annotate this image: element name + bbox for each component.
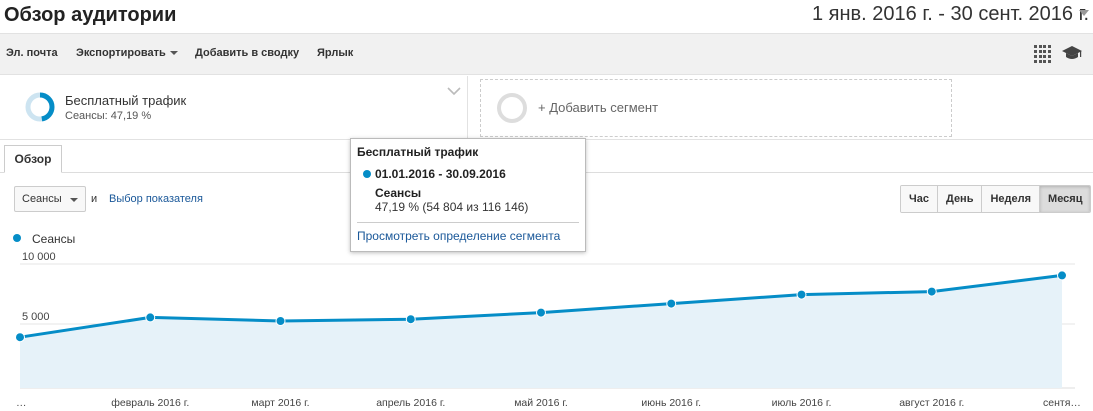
select-metric-link[interactable]: Выбор показателя xyxy=(109,193,203,205)
series-dot-icon xyxy=(363,170,371,178)
date-range-label: 1 янв. 2016 г. - 30 сент. 2016 г. xyxy=(812,2,1090,25)
period-toggle: Час День Неделя Месяц xyxy=(900,185,1092,213)
legend-swatch xyxy=(13,234,21,242)
tooltip-metric: Сеансы xyxy=(375,186,422,200)
page-title: Обзор аудитории xyxy=(4,4,177,26)
segment-card[interactable]: Бесплатный трафик Сеансы: 47,19 % xyxy=(0,76,468,140)
data-point xyxy=(405,314,416,325)
period-hour-button[interactable]: Час xyxy=(901,186,938,212)
data-point xyxy=(1057,270,1067,281)
email-button[interactable]: Эл. почта xyxy=(6,47,58,59)
legend-label: Сеансы xyxy=(32,232,76,246)
x-tick-label: февраль 2016 г. xyxy=(111,397,189,409)
segment-ring-icon xyxy=(25,92,55,122)
x-tick-label: июль 2016 г. xyxy=(772,397,832,409)
segment-bar: Бесплатный трафик Сеансы: 47,19 % + Доба… xyxy=(0,76,1093,140)
data-point xyxy=(666,298,677,309)
empty-segment-ring-icon xyxy=(497,93,527,123)
view-segment-definition-link[interactable]: Просмотреть определение сегмента xyxy=(357,229,579,243)
chevron-down-icon[interactable] xyxy=(447,86,461,96)
period-week-button[interactable]: Неделя xyxy=(982,186,1041,212)
and-label: и xyxy=(91,193,98,205)
data-point xyxy=(536,307,546,318)
export-label: Экспортировать xyxy=(76,47,166,59)
add-segment-label: + Добавить сегмент xyxy=(538,100,659,115)
toolbar: Эл. почта Экспортировать Добавить в свод… xyxy=(0,33,1093,75)
tooltip-range-row: 01.01.2016 - 30.09.2016 xyxy=(363,167,579,181)
period-month-button[interactable]: Месяц xyxy=(1040,186,1091,212)
metric-select-value: Сеансы xyxy=(22,193,62,205)
tooltip-title: Бесплатный трафик xyxy=(357,145,479,159)
x-tick-label: август 2016 г. xyxy=(899,397,964,409)
graduation-cap-icon[interactable] xyxy=(1062,44,1082,62)
y-tick-label: 5 000 xyxy=(22,311,50,323)
chevron-down-icon xyxy=(70,198,78,202)
data-point xyxy=(145,312,156,323)
x-tick-label: апрель 2016 г. xyxy=(376,397,445,409)
date-range-picker[interactable]: 1 янв. 2016 г. - 30 сент. 2016 г. xyxy=(806,0,1093,28)
data-point xyxy=(15,332,25,343)
tooltip-divider xyxy=(357,222,579,223)
add-to-dashboard-button[interactable]: Добавить в сводку xyxy=(195,47,299,59)
period-day-button[interactable]: День xyxy=(937,186,983,212)
segment-tooltip: Бесплатный трафик 01.01.2016 - 30.09.201… xyxy=(350,138,586,252)
chevron-down-icon xyxy=(1079,10,1089,16)
tab-overview[interactable]: Обзор xyxy=(4,145,62,173)
metric-select[interactable]: Сеансы xyxy=(14,186,86,212)
x-tick-label: март 2016 г. xyxy=(251,397,309,409)
x-tick-label: сентя… xyxy=(1043,397,1081,409)
x-tick-label: … xyxy=(16,397,27,409)
tooltip-value: 47,19 % (54 804 из 116 146) xyxy=(375,200,529,214)
add-segment-button[interactable]: + Добавить сегмент xyxy=(480,79,952,137)
segment-name: Бесплатный трафик xyxy=(65,93,187,108)
tooltip-range: 01.01.2016 - 30.09.2016 xyxy=(375,167,506,181)
grid-icon[interactable] xyxy=(1034,45,1052,63)
data-point xyxy=(275,316,286,326)
x-tick-label: июнь 2016 г. xyxy=(641,397,701,409)
x-tick-label: май 2016 г. xyxy=(514,397,568,409)
sessions-chart: 10 000 5 000 … февраль 2016 г. март 2016 г. а… xyxy=(15,251,1081,409)
data-point xyxy=(796,289,807,300)
segment-sessions: Сеансы: 47,19 % xyxy=(65,110,152,122)
chevron-down-icon xyxy=(169,51,178,56)
data-point xyxy=(926,286,937,297)
export-button[interactable]: Экспортировать xyxy=(76,47,178,59)
y-tick-label: 10 000 xyxy=(22,251,56,263)
shortcut-button[interactable]: Ярлык xyxy=(317,47,353,59)
